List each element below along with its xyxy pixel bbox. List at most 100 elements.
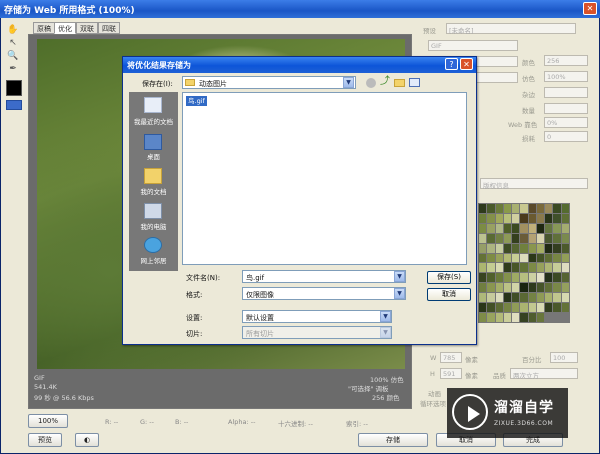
color-swatch[interactable] — [528, 233, 536, 243]
color-swatch[interactable] — [479, 243, 487, 253]
format-select[interactable]: 仅限图像 — [242, 287, 406, 300]
color-swatch[interactable] — [487, 213, 495, 223]
color-swatch[interactable] — [528, 313, 536, 322]
color-swatch[interactable] — [528, 243, 536, 253]
dialog-close-button[interactable]: ✕ — [460, 58, 473, 70]
chevron-down-icon[interactable]: ▼ — [394, 271, 405, 282]
eyedropper-tool-icon[interactable]: ✒ — [7, 63, 19, 75]
color-swatch[interactable] — [561, 293, 569, 303]
color-swatch[interactable] — [479, 253, 487, 263]
color-swatch[interactable] — [553, 213, 561, 223]
color-swatch[interactable] — [520, 273, 528, 283]
color-swatch[interactable] — [512, 204, 520, 213]
color-swatch[interactable] — [536, 204, 545, 213]
color-swatch[interactable] — [520, 253, 528, 263]
color-swatch[interactable] — [545, 223, 553, 233]
color-swatch[interactable] — [487, 253, 495, 263]
color-swatch[interactable] — [479, 233, 487, 243]
color-swatch[interactable] — [487, 273, 495, 283]
color-swatch[interactable] — [487, 283, 495, 293]
place-my-documents[interactable]: 我的文档 — [129, 186, 178, 196]
window-close-button[interactable]: ✕ — [583, 2, 597, 15]
tab-original[interactable]: 原稿 — [33, 22, 55, 34]
color-swatch[interactable] — [545, 213, 553, 223]
slice-select-tool-icon[interactable]: ↖ — [7, 37, 19, 49]
color-swatch[interactable] — [528, 213, 536, 223]
color-swatch[interactable] — [479, 303, 487, 313]
color-swatch[interactable] — [553, 243, 561, 253]
new-folder-icon[interactable] — [394, 79, 405, 87]
color-swatch[interactable] — [561, 263, 569, 273]
place-network[interactable]: 网上邻居 — [129, 255, 178, 265]
save-button[interactable]: 存储 — [358, 433, 428, 447]
color-swatch[interactable] — [520, 213, 528, 223]
lossy-field[interactable]: 0 — [544, 131, 588, 142]
color-swatch[interactable] — [487, 204, 495, 213]
place-desktop[interactable]: 桌面 — [129, 151, 178, 161]
color-swatch[interactable] — [487, 313, 495, 322]
color-swatch[interactable] — [479, 204, 487, 213]
color-swatch[interactable] — [553, 303, 561, 313]
chevron-down-icon[interactable]: ▼ — [394, 288, 405, 299]
color-swatch[interactable] — [479, 263, 487, 273]
color-swatch[interactable] — [495, 303, 503, 313]
color-swatch[interactable] — [561, 243, 569, 253]
color-swatch[interactable] — [503, 204, 512, 213]
color-swatch[interactable] — [536, 233, 545, 243]
my-computer-icon[interactable] — [144, 203, 162, 219]
color-swatch[interactable] — [561, 253, 569, 263]
color-swatch[interactable] — [520, 233, 528, 243]
color-swatch[interactable] — [512, 233, 520, 243]
color-swatch[interactable] — [553, 273, 561, 283]
tab-2up[interactable]: 双联 — [76, 22, 98, 34]
color-swatch[interactable] — [512, 213, 520, 223]
color-swatch[interactable] — [528, 204, 536, 213]
color-swatch[interactable] — [512, 313, 520, 322]
color-swatch[interactable] — [545, 273, 553, 283]
color-swatch[interactable] — [512, 263, 520, 273]
zoom-tool-icon[interactable]: 🔍 — [7, 50, 19, 62]
color-swatch[interactable] — [536, 213, 545, 223]
color-swatch[interactable] — [495, 213, 503, 223]
color-swatch[interactable] — [503, 223, 512, 233]
color-swatch[interactable] — [561, 223, 569, 233]
color-swatch[interactable] — [528, 293, 536, 303]
tab-optimized[interactable]: 优化 — [54, 22, 76, 34]
filename-field[interactable]: 鸟.gif — [242, 270, 406, 283]
tab-4up[interactable]: 四联 — [98, 22, 120, 34]
chevron-down-icon[interactable]: ▼ — [380, 311, 391, 322]
color-swatch[interactable] — [503, 283, 512, 293]
color-swatch[interactable] — [512, 283, 520, 293]
width-field[interactable]: 785 — [440, 352, 462, 363]
color-swatch[interactable] — [536, 253, 545, 263]
colors-field[interactable]: 256 — [544, 55, 588, 66]
color-swatch[interactable] — [561, 303, 569, 313]
color-swatch[interactable] — [487, 293, 495, 303]
color-swatch[interactable] — [495, 253, 503, 263]
color-swatch[interactable] — [520, 223, 528, 233]
percent-field[interactable]: 100 — [550, 352, 578, 363]
desktop-icon[interactable] — [144, 134, 162, 150]
color-swatch[interactable] — [536, 303, 545, 313]
color-swatch[interactable] — [545, 293, 553, 303]
up-folder-icon[interactable]: ⤴ — [380, 77, 390, 88]
color-swatch[interactable] — [503, 303, 512, 313]
color-swatch[interactable] — [487, 223, 495, 233]
color-swatch[interactable] — [536, 293, 545, 303]
color-swatch[interactable] — [545, 283, 553, 293]
color-swatch[interactable] — [528, 283, 536, 293]
place-my-computer[interactable]: 我的电脑 — [129, 221, 178, 231]
color-swatch[interactable] — [553, 204, 561, 213]
color-swatch[interactable] — [520, 263, 528, 273]
web-snap-field[interactable]: 0% — [544, 117, 588, 128]
color-swatch[interactable] — [512, 253, 520, 263]
preview-button[interactable]: 预览 — [28, 433, 62, 447]
color-swatch[interactable] — [495, 293, 503, 303]
save-in-select[interactable]: 动态图片 — [182, 76, 356, 89]
network-places-icon[interactable] — [144, 237, 162, 253]
color-swatch[interactable] — [561, 213, 569, 223]
color-swatch[interactable] — [495, 204, 503, 213]
browser-preview-icon[interactable]: ◐ — [75, 433, 99, 447]
chevron-down-icon[interactable]: ▼ — [343, 77, 354, 88]
recent-documents-icon[interactable] — [144, 97, 162, 113]
